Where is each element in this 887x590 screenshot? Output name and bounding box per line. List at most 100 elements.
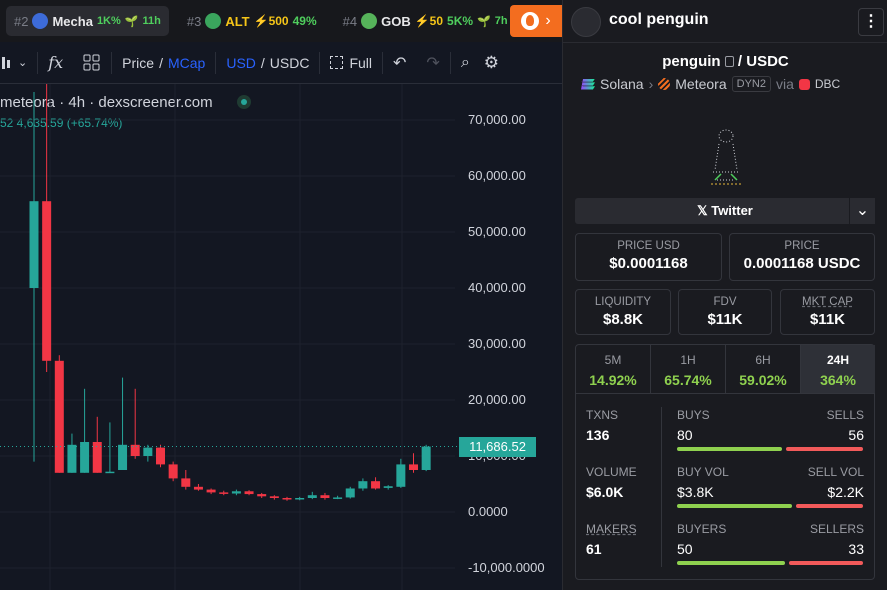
volume-value: $6.0K [586,484,624,500]
candle [358,481,368,489]
redo-button[interactable]: ↷ [416,42,449,83]
tab-5m[interactable]: 5M 14.92% [576,345,651,393]
trending-bar: #2 Mecha 1K% 🌱 11h #3 ALT ⚡500 49% #4 GO… [0,0,562,42]
twitter-button[interactable]: 𝕏 Twitter [575,198,875,224]
layout-button[interactable] [73,42,111,83]
buys-label: BUYS [677,408,710,422]
meteora-icon [658,78,671,90]
kebab-icon: ⋮ [863,13,879,30]
candle [181,478,191,487]
undo-button[interactable]: ↶ [383,42,416,83]
chevron-right-icon: › [545,12,551,29]
pair-title: penguin / USDC [662,53,789,70]
tab-24h[interactable]: 24H 364% [801,345,875,393]
fullscreen-label: Full [349,54,373,71]
buy-volume-bar [677,504,792,508]
trending-boost: ⚡500 [253,14,289,28]
price-option[interactable]: Price [122,55,154,71]
candle [244,491,254,495]
chain-name[interactable]: Solana [600,76,644,92]
price-chart[interactable]: meteora · 4h · dexscreener.com 52 4,635.… [0,84,562,590]
tab-label: 5M [604,353,622,367]
via-name: DBC [814,77,841,91]
sell-volume-label: SELL VOL [807,465,864,479]
price-mcap-toggle[interactable]: Price / MCap [112,42,215,83]
sprout-icon: 🌱 [124,15,139,28]
via-label: via [775,76,794,92]
tab-1h[interactable]: 1H 65.74% [651,345,726,393]
price-axis-tick: 30,000.00 [468,336,526,351]
fullscreen-icon [330,56,344,69]
price-value: 0.0001168 USDC [743,255,861,272]
trending-rank: #3 [186,13,202,29]
volume-label: VOLUME [586,465,637,479]
trending-name: Mecha [52,13,93,29]
grid-icon [83,54,100,70]
fullscreen-button[interactable]: Full [320,42,382,83]
trending-fire-button[interactable]: › [510,5,562,37]
token-icon [205,13,222,29]
price-axis-tick: 70,000.00 [468,112,526,127]
trending-stat: 1K% [96,15,121,27]
more-menu-button[interactable]: ⋮ [858,8,884,36]
token-name: cool penguin [609,11,709,28]
txns-value: 136 [586,427,610,443]
tab-change: 65.74% [664,372,712,388]
sell-volume-value: $2.2K [827,484,864,500]
tab-change: 364% [820,372,856,388]
currency-toggle[interactable]: USD / USDC [216,42,319,83]
candle [257,494,267,497]
copy-icon[interactable] [724,56,734,67]
makers-label[interactable]: MAKERS [586,522,637,536]
sells-label: SELLS [826,408,864,422]
mkt-cap-label[interactable]: MKT CAP [781,296,874,308]
tab-label: 1H [680,353,696,367]
candle [383,486,393,488]
buyers-value: 50 [677,541,693,557]
fx-icon: fx [48,53,64,72]
liquidity-value: $8.8K [602,311,644,328]
candle [345,488,355,498]
fdv-label: FDV [713,296,737,308]
candle [269,496,279,498]
current-price-label: 11,686.52 [459,436,536,457]
liquidity-label: LIQUIDITY [594,296,652,308]
token-icon [32,13,49,29]
mcap-option[interactable]: MCap [168,55,205,71]
pair-route: Solana › Meteora DYN2 via DBC [581,76,881,92]
chart-toolbar: ⌄ fx Price / MCap USD / USDC Full ↶ ↷ ⌕ … [0,42,562,84]
sprout-icon: 🌱 [477,15,491,28]
trending-item[interactable]: #4 GOB ⚡50 5K% 🌱 7h [335,6,516,36]
search-icon: ⌕ [460,53,470,71]
trending-item[interactable]: #3 ALT ⚡500 49% [179,6,325,36]
usd-option[interactable]: USD [226,55,256,71]
buys-value: 80 [677,427,693,443]
tab-change: 14.92% [589,372,637,388]
dex-name[interactable]: Meteora [675,76,726,92]
candle [295,498,305,500]
gear-icon: ⚙ [483,52,500,72]
penguin-logo-icon [703,122,749,192]
price-axis-tick: 50,000.00 [468,224,526,239]
tab-label: 6H [755,353,771,367]
indicators-button[interactable]: fx [38,42,73,83]
price-label: PRICE [784,240,820,252]
chart-settings-button[interactable]: ⚙ [480,42,503,83]
chevron-down-icon: ⌄ [855,202,870,219]
quick-search-button[interactable]: ⌕ [451,42,480,83]
trending-item[interactable]: #2 Mecha 1K% 🌱 11h [6,6,169,36]
makers-value: 61 [586,541,602,557]
twitter-label: Twitter [711,203,753,218]
candle-type-button[interactable]: ⌄ [0,42,37,83]
usdc-option[interactable]: USDC [270,55,310,71]
tab-6h[interactable]: 6H 59.02% [726,345,801,393]
price-usd-value: $0.0001168 [609,255,688,272]
sells-bar [786,447,863,451]
candle [371,481,381,489]
socials-dropdown-button[interactable]: ⌄ [849,198,875,224]
candle [409,464,418,470]
sellers-value: 33 [848,541,864,557]
trending-age: 11h [142,15,161,27]
price-axis-tick: 20,000.00 [468,392,526,407]
candle [29,201,39,288]
